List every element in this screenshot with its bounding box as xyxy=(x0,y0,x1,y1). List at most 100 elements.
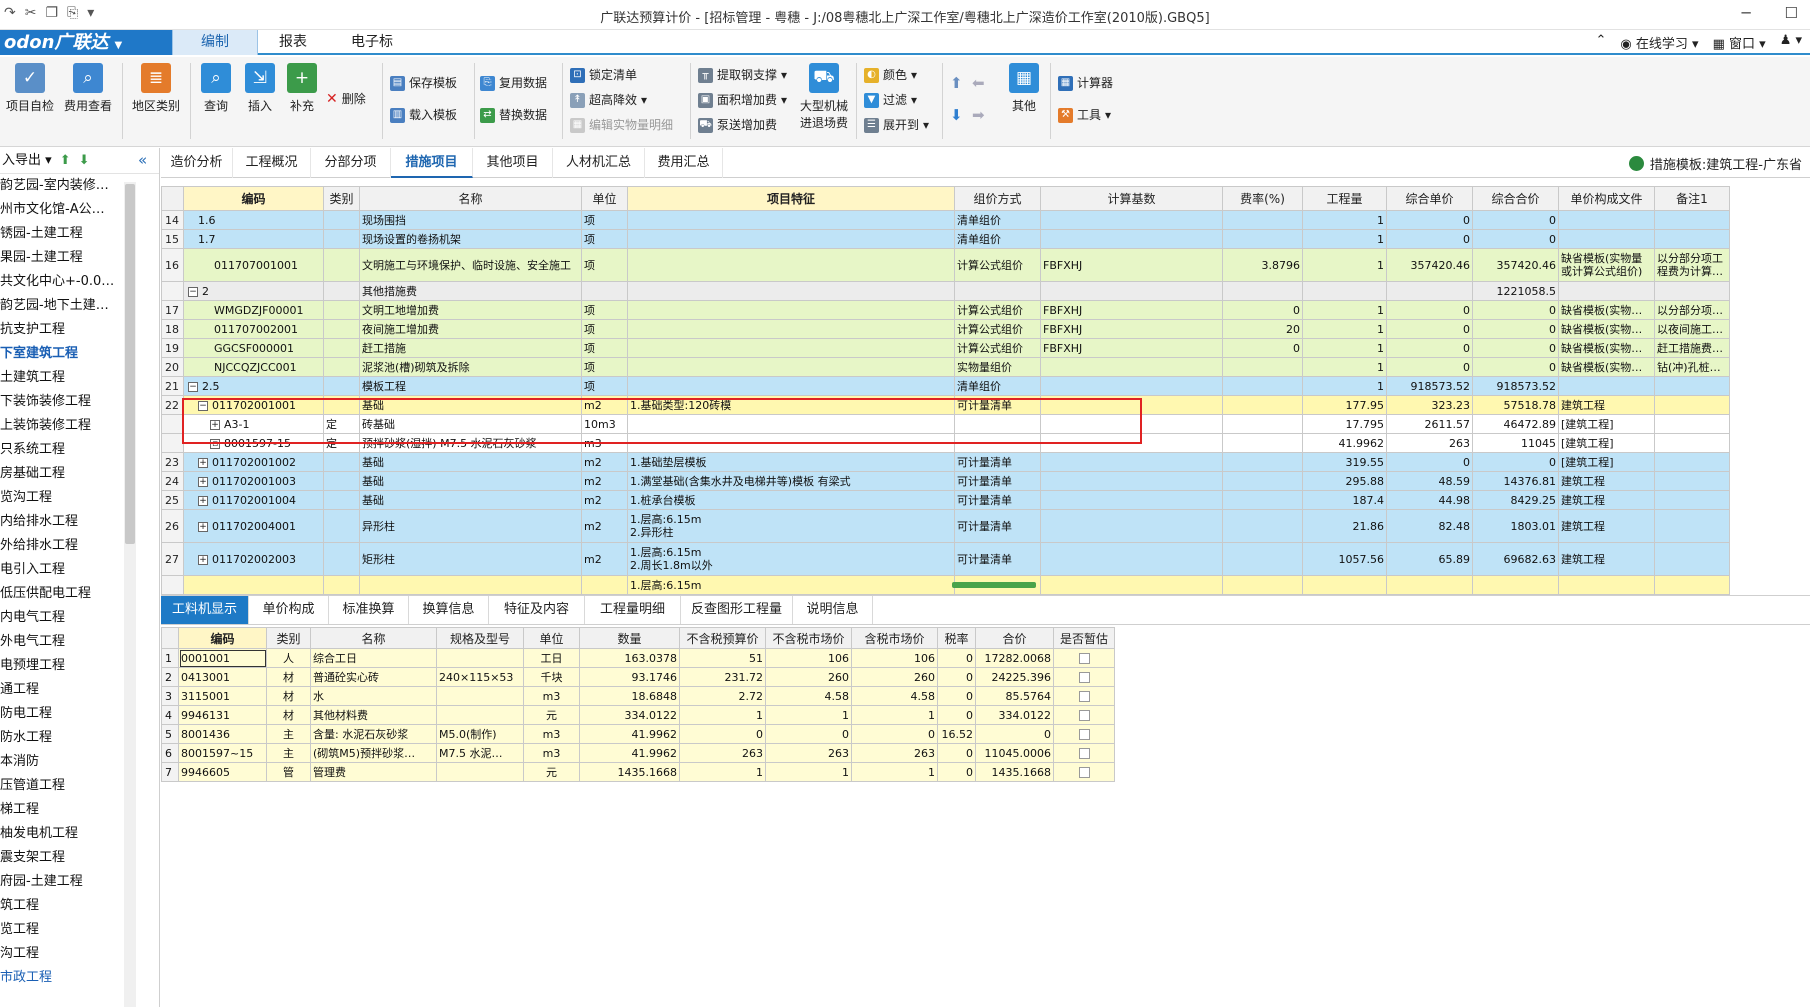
table-cell[interactable]: 4.58 xyxy=(765,686,852,706)
table-cell[interactable]: 文明工地增加费 xyxy=(359,300,582,320)
table-cell[interactable]: 项 xyxy=(581,338,628,358)
table-cell[interactable]: 缺省模板(实物… xyxy=(1558,300,1655,320)
table-cell[interactable] xyxy=(1053,686,1115,706)
grid2-header-cell[interactable]: 是否暂估 xyxy=(1053,627,1115,649)
table-cell[interactable]: 0 xyxy=(1472,229,1559,249)
table-cell[interactable]: 0 xyxy=(937,762,976,782)
minimize-icon[interactable]: ─ xyxy=(1742,4,1751,22)
table-cell[interactable] xyxy=(1222,210,1303,230)
table-cell[interactable]: 41.9962 xyxy=(579,743,680,763)
table-cell[interactable]: 夜间施工增加费 xyxy=(359,319,582,339)
table-cell[interactable] xyxy=(323,542,360,576)
table-cell[interactable]: 0 xyxy=(1386,319,1473,339)
table-cell[interactable]: 295.88 xyxy=(1302,471,1387,491)
table-cell[interactable] xyxy=(1302,575,1387,595)
table-cell[interactable] xyxy=(1040,376,1223,396)
table-cell[interactable] xyxy=(1654,471,1730,491)
table-cell[interactable]: 10m3 xyxy=(581,414,628,434)
table-row[interactable]: 23 +011702001002 基础 m2 1.基础垫层模板 可计量清单 319.55 0 0… xyxy=(161,452,1730,472)
table-cell[interactable]: 清单组价 xyxy=(954,210,1041,230)
table-cell[interactable] xyxy=(1654,433,1730,453)
tab-other-items[interactable]: 其他项目 xyxy=(473,148,553,178)
table-cell[interactable]: 1435.1668 xyxy=(579,762,680,782)
table-cell[interactable] xyxy=(436,705,524,725)
grid-header-cell[interactable]: 费率(%) xyxy=(1222,186,1303,211)
table-cell[interactable]: [建筑工程] xyxy=(1558,433,1655,453)
table-cell[interactable]: 24225.396 xyxy=(975,667,1054,687)
table-row[interactable]: 4 9946131 材其他材料费元 334.0122 1 1 1 0 334.0122 xyxy=(161,705,1115,725)
table-cell[interactable]: 334.0122 xyxy=(975,705,1054,725)
table-row[interactable]: 27 +011702002003 矩形柱 m2 1.层高:6.15m 2.周长1.8m以外… xyxy=(161,542,1730,576)
grid-header-cell[interactable]: 类别 xyxy=(323,186,360,211)
table-cell[interactable] xyxy=(1558,281,1655,301)
table-cell[interactable] xyxy=(1053,762,1115,782)
table-cell[interactable]: 现场设置的卷扬机架 xyxy=(359,229,582,249)
table-cell[interactable]: [建筑工程] xyxy=(1558,414,1655,434)
table-cell[interactable] xyxy=(1222,414,1303,434)
table-cell[interactable]: 8001436 xyxy=(178,724,267,744)
table-cell[interactable]: 砖基础 xyxy=(359,414,582,434)
table-row[interactable]: 17 WMGDZJF00001 文明工地增加费项计算公式组价 FBFXHJ 0 1 0 0 缺省… xyxy=(161,300,1730,320)
table-cell[interactable]: 以分部分项工程费为计算… xyxy=(1654,248,1730,282)
tab-labor-material-display[interactable]: 工料机显示 xyxy=(161,596,249,624)
table-cell[interactable]: m2 xyxy=(581,509,628,543)
table-cell[interactable]: 主 xyxy=(266,743,311,763)
table-cell[interactable]: 其他措施费 xyxy=(359,281,582,301)
table-cell[interactable]: 93.1746 xyxy=(579,667,680,687)
table-cell[interactable]: 项 xyxy=(581,229,628,249)
table-cell[interactable]: 材 xyxy=(266,667,311,687)
table-cell[interactable]: 泥浆池(槽)砌筑及拆除 xyxy=(359,357,582,377)
color-button[interactable]: ◐ 颜色 ▾ xyxy=(864,65,917,85)
large-machinery-button[interactable]: ⛟ 大型机械进退场费 xyxy=(798,63,850,131)
table-cell[interactable] xyxy=(1040,542,1223,576)
table-cell[interactable]: 缺省模板(实物… xyxy=(1558,338,1655,358)
tab-unit-price-composition[interactable]: 单价构成 xyxy=(249,596,329,624)
collapse-panel-icon[interactable]: « xyxy=(138,151,147,169)
table-cell[interactable] xyxy=(436,686,524,706)
collapse-toggle-icon[interactable]: − xyxy=(188,286,198,297)
grid-header-cell[interactable]: 单位 xyxy=(581,186,628,211)
table-cell[interactable] xyxy=(1040,452,1223,472)
table-cell[interactable] xyxy=(1222,376,1303,396)
move-up-button[interactable]: ⬆ xyxy=(950,73,963,93)
table-cell[interactable] xyxy=(1053,724,1115,744)
table-cell[interactable] xyxy=(581,575,628,595)
table-cell[interactable]: 1 xyxy=(679,762,766,782)
table-cell[interactable]: −011702001001 xyxy=(183,395,324,415)
table-cell[interactable]: 3115001 xyxy=(178,686,267,706)
row-number[interactable]: 25 xyxy=(161,490,184,510)
table-cell[interactable]: [建筑工程] xyxy=(1558,452,1655,472)
table-cell[interactable]: 0001001 xyxy=(178,648,267,668)
table-cell[interactable] xyxy=(1040,575,1223,595)
table-cell[interactable]: 0 xyxy=(1386,229,1473,249)
table-cell[interactable]: 建筑工程 xyxy=(1558,395,1655,415)
table-cell[interactable]: 基础 xyxy=(359,490,582,510)
grid-header-cell[interactable]: 单价构成文件 xyxy=(1558,186,1655,211)
table-cell[interactable]: 基础 xyxy=(359,471,582,491)
table-cell[interactable]: 1435.1668 xyxy=(975,762,1054,782)
expand-toggle-icon[interactable]: + xyxy=(198,476,208,487)
table-cell[interactable] xyxy=(1558,575,1655,595)
logo-dropdown-icon[interactable]: ▼ xyxy=(114,40,122,51)
table-cell[interactable]: FBFXHJ xyxy=(1040,338,1223,358)
table-cell[interactable]: 20 xyxy=(1222,319,1303,339)
table-cell[interactable] xyxy=(954,281,1041,301)
tab-quantity-detail[interactable]: 工程量明细 xyxy=(585,596,681,624)
tab-fee-summary[interactable]: 费用汇总 xyxy=(645,148,723,178)
edit-measures-button[interactable]: ▦ 编辑实物量明细 xyxy=(570,115,673,135)
grid-header-cell[interactable] xyxy=(161,186,184,211)
table-cell[interactable]: 项 xyxy=(581,376,628,396)
row-number[interactable]: 27 xyxy=(161,542,184,576)
table-cell[interactable]: 14376.81 xyxy=(1472,471,1559,491)
table-cell[interactable]: 16.52 xyxy=(937,724,976,744)
table-cell[interactable]: 1.基础垫层模板 xyxy=(627,452,955,472)
table-cell[interactable]: 项 xyxy=(581,248,628,282)
table-row[interactable]: 6 8001597~15 主 (砌筑M5)预拌砂浆… M7.5 水泥… m3 41.9962… xyxy=(161,743,1115,763)
tab-measures[interactable]: 措施项目 xyxy=(391,148,473,178)
table-cell[interactable]: 918573.52 xyxy=(1472,376,1559,396)
grid-header-cell[interactable]: 工程量 xyxy=(1302,186,1387,211)
table-cell[interactable] xyxy=(323,338,360,358)
table-cell[interactable]: 1.层高:6.15m xyxy=(627,575,955,595)
row-number[interactable]: 3 xyxy=(161,686,179,706)
grid2-header-cell[interactable]: 合价 xyxy=(975,627,1054,649)
